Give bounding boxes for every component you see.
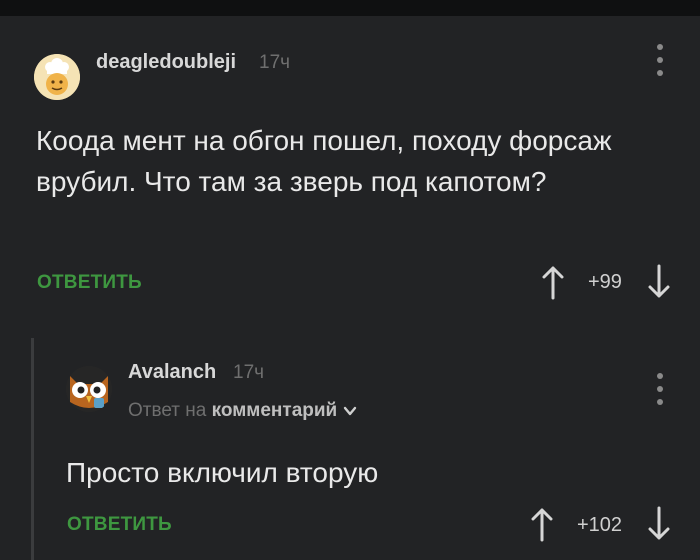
reply-button[interactable]: ОТВЕТИТЬ xyxy=(37,272,142,294)
reply-to-prefix: Ответ на xyxy=(128,400,207,421)
username[interactable]: deagledoubleji xyxy=(96,51,236,74)
arrow-down-icon[interactable] xyxy=(647,264,671,300)
rating: +102 xyxy=(577,514,623,536)
chevron-down-icon[interactable] xyxy=(343,404,357,418)
comment: deagledoubleji 17ч Коода мент на обгон п… xyxy=(0,16,700,316)
avatar[interactable] xyxy=(34,54,80,100)
chef-avatar-icon xyxy=(34,54,80,100)
reply-to-info[interactable]: Ответ на комментарий xyxy=(128,400,357,422)
avatar[interactable] xyxy=(66,366,112,412)
arrow-down-icon[interactable] xyxy=(647,506,671,542)
comment-reply: Avalanch 17ч Ответ на комментарий Просто… xyxy=(0,338,700,560)
comment-time: 17ч xyxy=(233,362,265,383)
arrow-up-icon[interactable] xyxy=(530,506,554,542)
comment-time: 17ч xyxy=(259,52,291,73)
comment-text: Просто включил вторую xyxy=(66,457,379,488)
reply-to-link[interactable]: комментарий xyxy=(212,400,338,421)
owl-avatar-icon xyxy=(66,366,112,412)
rating: +99 xyxy=(588,271,622,293)
more-vertical-icon[interactable] xyxy=(653,373,667,405)
reply-button[interactable]: ОТВЕТИТЬ xyxy=(67,514,172,536)
more-vertical-icon[interactable] xyxy=(653,44,667,76)
arrow-up-icon[interactable] xyxy=(541,264,565,300)
status-bar xyxy=(0,0,700,16)
username[interactable]: Avalanch xyxy=(128,361,216,384)
comment-text: Коода мент на обгон пошел, походу форсаж… xyxy=(36,125,612,197)
